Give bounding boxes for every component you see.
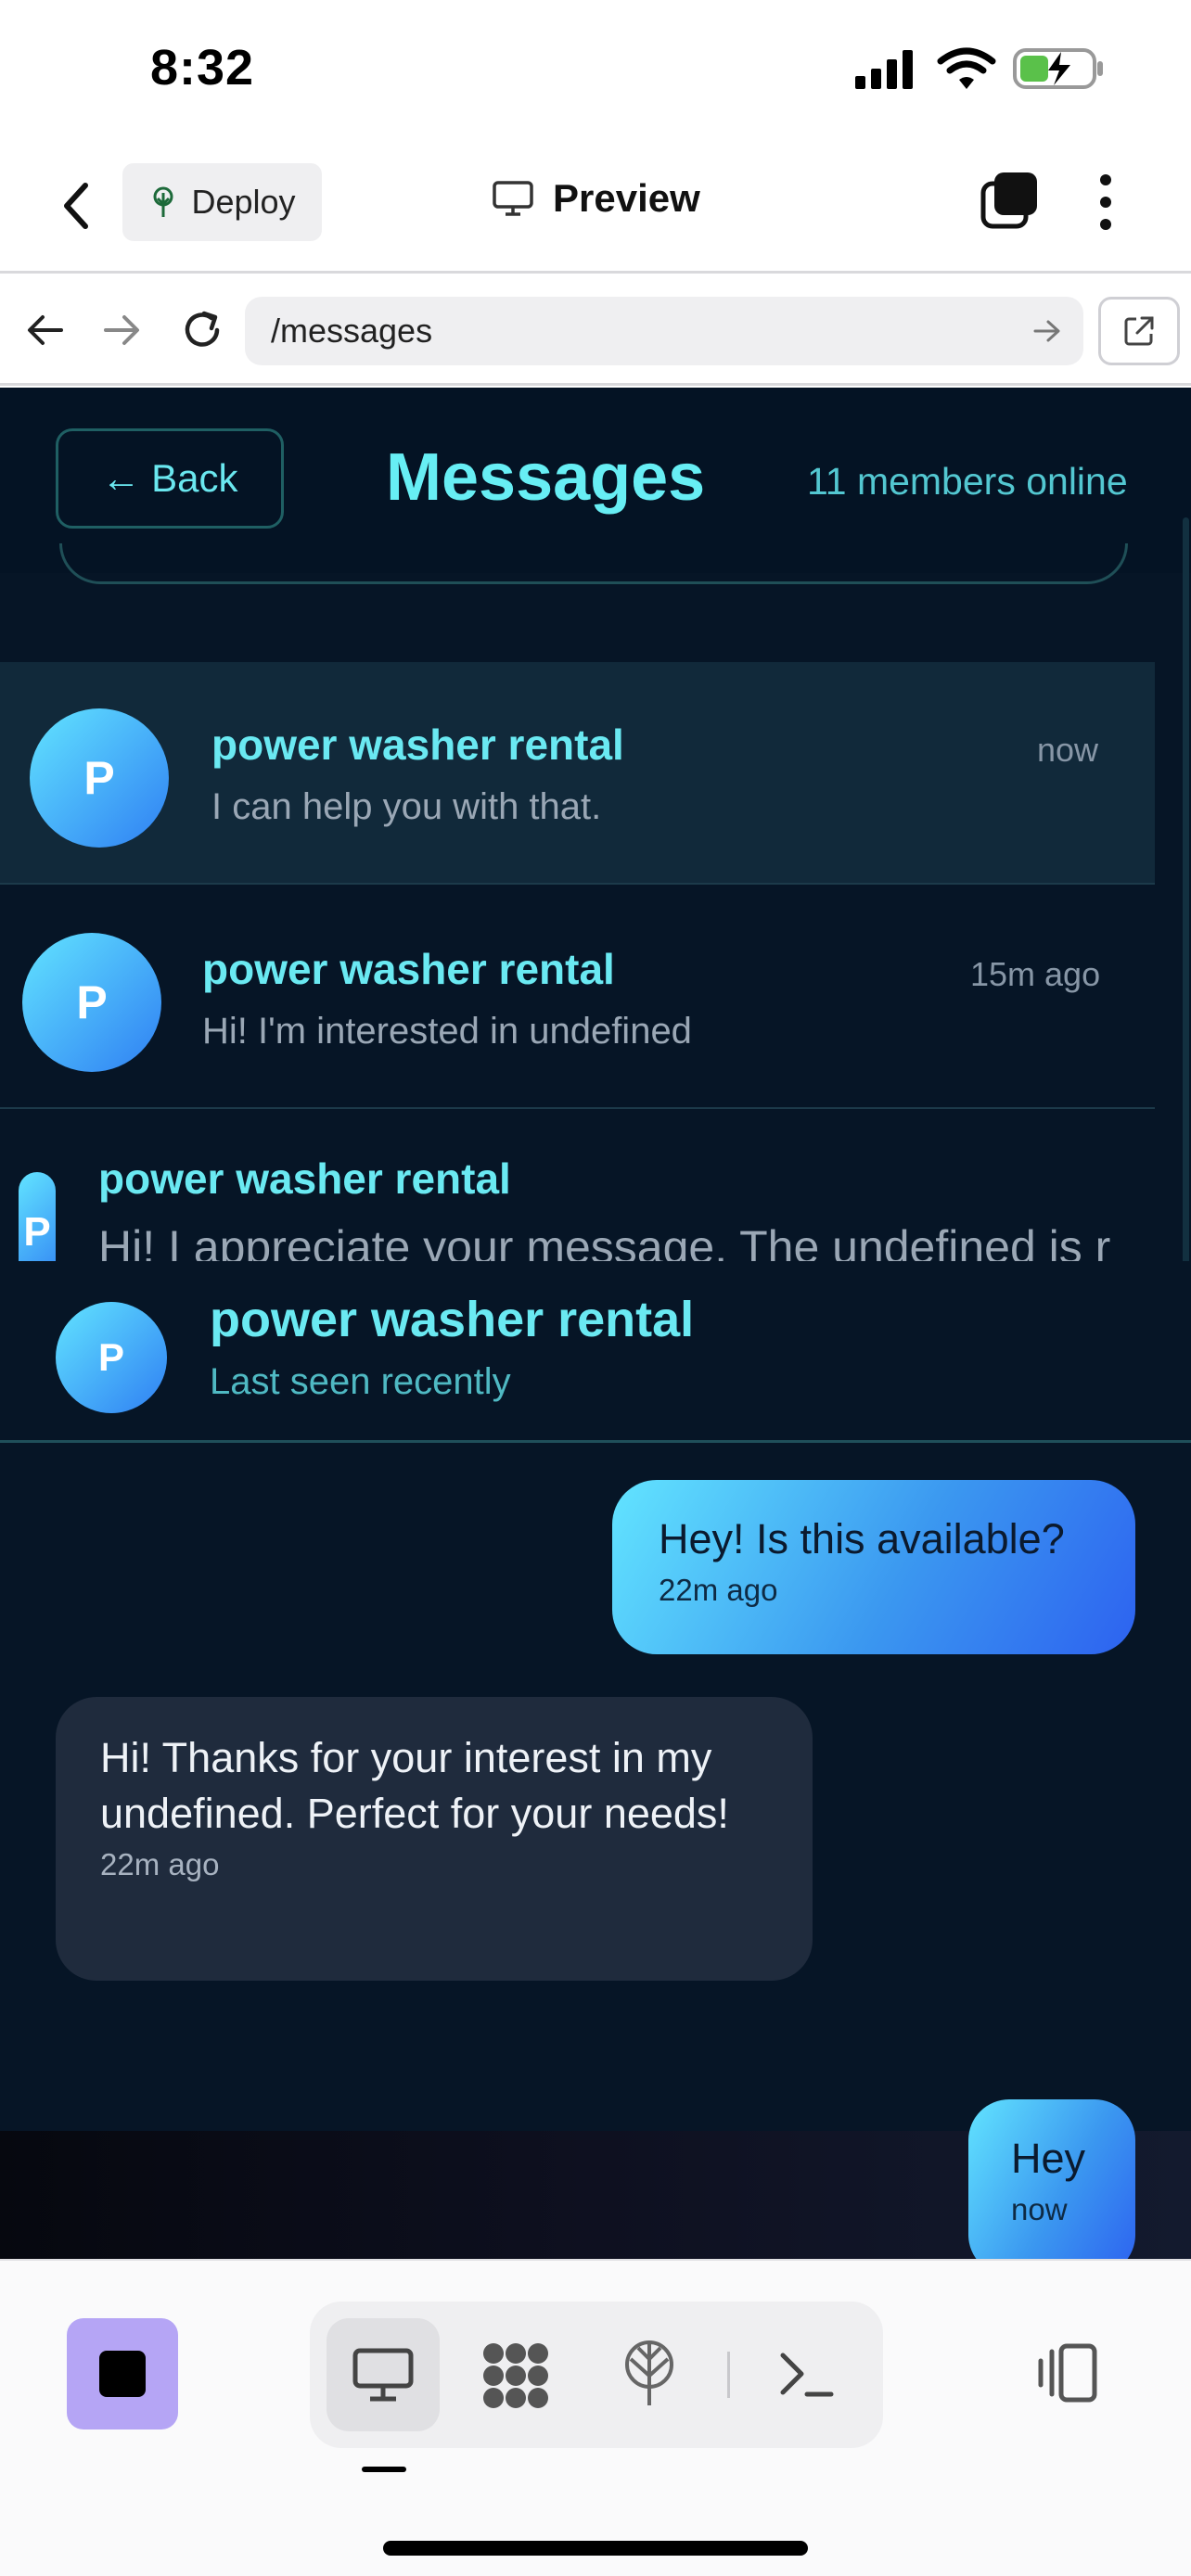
tabs-icon[interactable] (980, 171, 1039, 230)
message-text: Hey! Is this available? (659, 1515, 1065, 1562)
active-tab-indicator (362, 2467, 406, 2472)
preview-label: Preview (553, 176, 700, 220)
more-vertical-icon[interactable] (1095, 172, 1117, 232)
wifi-icon (937, 47, 996, 89)
conversation-name: power washer rental (211, 721, 624, 769)
chat-header: P power washer rental Last seen recently (0, 1261, 1191, 1443)
preview-tab[interactable]: Preview (492, 176, 700, 221)
conversation-preview: Hi! I'm interested in undefined (202, 1011, 692, 1052)
message-time: 22m ago (100, 1847, 220, 1881)
browser-url-bar: /messages (0, 276, 1191, 386)
back-button[interactable]: ← Back (56, 428, 284, 529)
open-external-button[interactable] (1098, 297, 1180, 365)
app-toolbar: Deploy Preview (0, 139, 1191, 274)
deploy-tree-icon (153, 186, 173, 217)
view-switcher (310, 2302, 883, 2448)
conversation-name: power washer rental (98, 1154, 511, 1203)
stop-icon (99, 2351, 146, 2397)
desktop-view-button[interactable] (327, 2318, 440, 2431)
bottom-toolbar (0, 2259, 1191, 2576)
desktop-icon (352, 2348, 414, 2402)
page-title: Messages (386, 440, 706, 515)
message-text: Hey (1011, 2135, 1086, 2182)
chat-contact-status: Last seen recently (210, 1361, 511, 1402)
deploy-button[interactable]: Deploy (122, 163, 322, 241)
back-chevron-icon[interactable] (59, 182, 93, 230)
avatar: P (22, 933, 161, 1072)
conversation-time: now (1037, 731, 1099, 769)
conversation-preview: I can help you with that. (211, 786, 602, 827)
signal-icon (855, 50, 913, 89)
stop-button[interactable] (67, 2318, 178, 2429)
status-bar: 8:32 (0, 0, 1191, 139)
message-bubble-outgoing: Hey! Is this available? 22m ago (612, 1480, 1135, 1654)
home-indicator (383, 2541, 808, 2556)
conversation-time: 15m ago (970, 955, 1101, 993)
apps-grid-icon[interactable] (480, 2340, 551, 2411)
status-time: 8:32 (150, 40, 255, 96)
arrow-left-icon[interactable] (26, 313, 65, 347)
message-bubble-incoming: Hi! Thanks for your interest in my undef… (56, 1697, 813, 1981)
chat-messages: Hey! Is this available? 22m ago Hi! Than… (0, 1445, 1191, 2131)
monitor-icon (493, 181, 533, 216)
search-bar-edge (59, 543, 1128, 584)
battery-icon (1013, 48, 1103, 89)
toolbar-divider (727, 2352, 730, 2398)
scrollbar[interactable] (1183, 517, 1189, 1352)
avatar: P (19, 1172, 56, 1261)
preview-viewport: ← Back Messages 11 members online P powe… (0, 388, 1191, 2259)
terminal-icon[interactable] (779, 2350, 835, 2400)
arrow-right-icon[interactable] (102, 313, 141, 347)
split-view-icon[interactable] (1033, 2342, 1100, 2404)
url-input[interactable]: /messages (245, 297, 1083, 365)
url-text: /messages (271, 312, 433, 350)
deploy-label: Deploy (191, 183, 296, 221)
network-icon[interactable] (621, 2339, 677, 2409)
url-go-icon[interactable] (1033, 319, 1061, 343)
conversation-preview: Hi! I appreciate your message. The undef… (98, 1221, 1111, 1261)
online-count: 11 members online (807, 460, 1128, 503)
message-time: now (1011, 2192, 1068, 2226)
conversation-item[interactable]: P power washer rental Hi! I appreciate y… (0, 1111, 1191, 1261)
open-external-icon (1124, 316, 1154, 346)
conversation-item[interactable]: P power washer rental I can help you wit… (0, 662, 1155, 885)
message-bubble-outgoing: Hey now (968, 2099, 1135, 2259)
chat-contact-name: power washer rental (210, 1292, 695, 1347)
conversation-item[interactable]: P power washer rental Hi! I'm interested… (0, 886, 1155, 1109)
message-text: Hi! Thanks for your interest in my undef… (100, 1734, 729, 1837)
avatar: P (56, 1302, 167, 1413)
avatar: P (30, 708, 169, 848)
message-time: 22m ago (659, 1573, 778, 1607)
conversation-name: power washer rental (202, 945, 615, 993)
back-label: ← Back (101, 456, 238, 500)
reload-icon[interactable] (180, 308, 224, 352)
